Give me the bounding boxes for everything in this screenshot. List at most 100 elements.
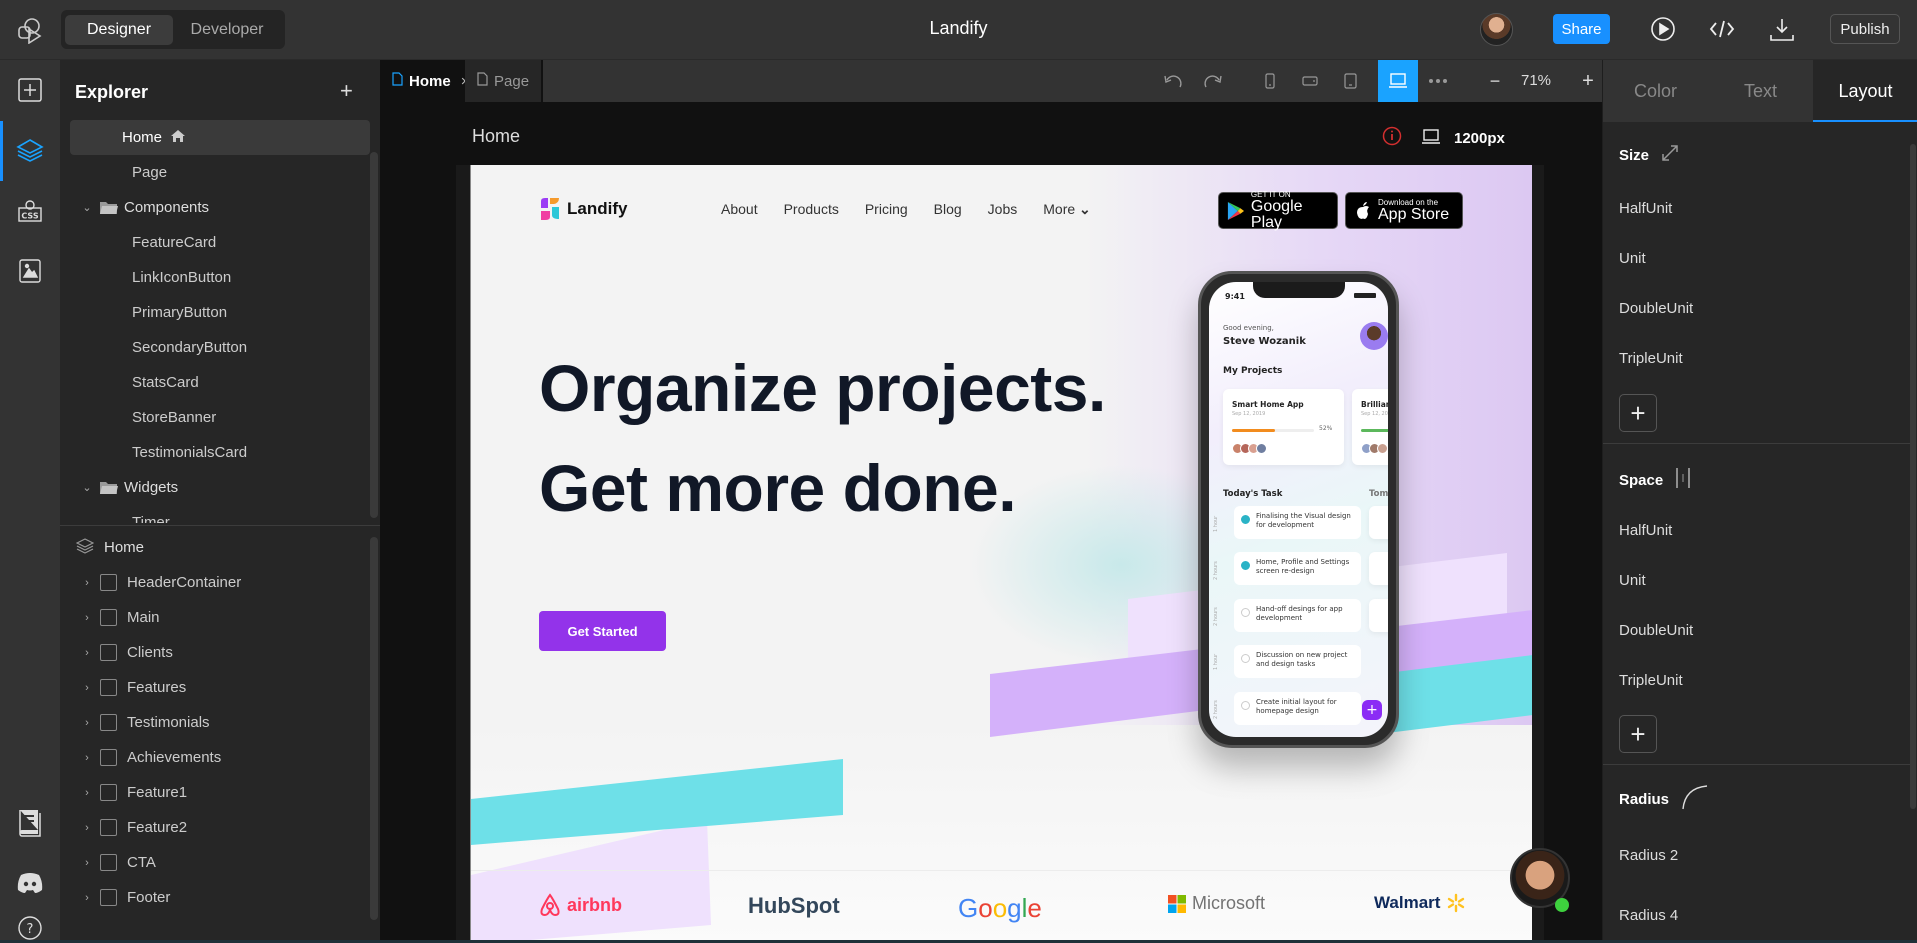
zoom-out-button[interactable]: − xyxy=(1480,66,1510,96)
tab-page[interactable]: Page xyxy=(465,60,541,102)
nav-blog[interactable]: Blog xyxy=(934,201,962,218)
page-canvas[interactable]: Landify About Products Pricing Blog Jobs… xyxy=(470,165,1532,943)
page-label: Home xyxy=(122,129,163,146)
component-item[interactable]: LinkIconButton xyxy=(60,260,380,295)
chevron-right-icon[interactable]: › xyxy=(80,892,94,904)
add-size-button[interactable]: + xyxy=(1619,394,1657,432)
component-item[interactable]: StoreBanner xyxy=(60,400,380,435)
canvas-page-label: Home xyxy=(472,126,521,146)
folder-components[interactable]: ⌄ Components xyxy=(60,190,380,225)
chevron-right-icon[interactable]: › xyxy=(80,752,94,764)
chevron-right-icon[interactable]: › xyxy=(80,857,94,869)
layer-item[interactable]: › Main xyxy=(60,600,380,635)
mobile-landscape-icon[interactable] xyxy=(1295,66,1325,96)
nav-about[interactable]: About xyxy=(721,201,758,218)
properties-scrollbar[interactable] xyxy=(1910,144,1916,809)
space-token[interactable]: DoubleUnit xyxy=(1619,622,1693,639)
google-play-button[interactable]: GET IT ON Google Play xyxy=(1218,190,1338,230)
component-item[interactable]: TestimonialsCard xyxy=(60,435,380,470)
image-icon[interactable] xyxy=(0,241,60,301)
chevron-right-icon[interactable]: › xyxy=(80,612,94,624)
chevron-right-icon[interactable]: › xyxy=(80,787,94,799)
size-token[interactable]: Unit xyxy=(1619,250,1646,267)
app-store-button[interactable]: Download on the App Store xyxy=(1345,192,1463,229)
developer-mode-button[interactable]: Developer xyxy=(173,15,281,45)
css-icon[interactable]: CSS xyxy=(0,181,60,241)
download-icon[interactable] xyxy=(1767,14,1797,44)
layer-item[interactable]: › CTA xyxy=(60,845,380,880)
radius-icon xyxy=(1681,784,1709,814)
zoom-in-button[interactable]: + xyxy=(1573,66,1603,96)
avatar[interactable] xyxy=(1480,13,1513,46)
get-started-button[interactable]: Get Started xyxy=(539,611,666,651)
info-icon[interactable] xyxy=(1382,126,1402,151)
tab-layout[interactable]: Layout xyxy=(1813,60,1917,122)
app-logo-icon[interactable] xyxy=(16,16,44,45)
tablet-device-icon[interactable] xyxy=(1335,66,1365,96)
folder-widgets[interactable]: ⌄ Widgets xyxy=(60,470,380,505)
space-token[interactable]: Unit xyxy=(1619,572,1646,589)
tomorrow-task xyxy=(1369,599,1388,632)
code-icon[interactable] xyxy=(1707,14,1737,44)
nav-jobs[interactable]: Jobs xyxy=(988,201,1018,218)
designer-mode-button[interactable]: Designer xyxy=(65,14,173,45)
layers-scrollbar[interactable] xyxy=(370,537,378,920)
status-time: 9:41 xyxy=(1225,292,1245,301)
component-item[interactable]: FeatureCard xyxy=(60,225,380,260)
chevron-right-icon[interactable]: › xyxy=(80,822,94,834)
space-token[interactable]: HalfUnit xyxy=(1619,522,1672,539)
discord-icon[interactable] xyxy=(0,853,60,913)
client-name: HubSpot xyxy=(748,893,840,918)
explorer-scrollbar[interactable] xyxy=(370,152,378,518)
add-page-button[interactable]: + xyxy=(340,80,353,102)
nav-pricing[interactable]: Pricing xyxy=(865,201,908,218)
site-brand[interactable]: Landify xyxy=(539,197,627,221)
component-item[interactable]: StatsCard xyxy=(60,365,380,400)
laptop-device-icon[interactable] xyxy=(1378,60,1418,102)
nav-more[interactable]: More ⌄ xyxy=(1043,201,1091,218)
help-icon[interactable]: ? xyxy=(0,913,60,943)
publish-button[interactable]: Publish xyxy=(1830,14,1900,44)
chevron-right-icon[interactable]: › xyxy=(80,647,94,659)
share-button[interactable]: Share xyxy=(1553,14,1610,44)
size-token[interactable]: HalfUnit xyxy=(1619,200,1672,217)
size-token[interactable]: DoubleUnit xyxy=(1619,300,1693,317)
component-item[interactable]: SecondaryButton xyxy=(60,330,380,365)
tab-home[interactable]: Home × xyxy=(380,60,469,102)
docs-icon[interactable] xyxy=(0,793,60,853)
layers-icon[interactable] xyxy=(0,121,60,181)
more-icon[interactable] xyxy=(1423,66,1453,96)
layer-item[interactable]: › Footer xyxy=(60,880,380,915)
page-item-page[interactable]: Page xyxy=(60,155,380,190)
layer-root[interactable]: Home xyxy=(60,530,380,565)
box-icon xyxy=(100,609,117,626)
layer-item[interactable]: › Feature1 xyxy=(60,775,380,810)
widget-item[interactable]: Timer xyxy=(60,505,380,523)
chevron-right-icon[interactable]: › xyxy=(80,717,94,729)
chevron-right-icon[interactable]: › xyxy=(80,682,94,694)
play-icon[interactable] xyxy=(1648,14,1678,44)
tab-color[interactable]: Color xyxy=(1603,60,1708,122)
radius-token[interactable]: Radius 2 xyxy=(1619,847,1678,864)
layer-item[interactable]: › Clients xyxy=(60,635,380,670)
page-item-home[interactable]: Home xyxy=(70,120,370,155)
tab-text[interactable]: Text xyxy=(1708,60,1813,122)
undo-icon[interactable] xyxy=(1158,66,1188,96)
mode-switch: Designer Developer xyxy=(61,10,285,49)
chevron-right-icon[interactable]: › xyxy=(80,577,94,589)
nav-products[interactable]: Products xyxy=(784,201,839,218)
component-item[interactable]: PrimaryButton xyxy=(60,295,380,330)
layer-item[interactable]: › Achievements xyxy=(60,740,380,775)
add-space-button[interactable]: + xyxy=(1619,715,1657,753)
radius-token[interactable]: Radius 4 xyxy=(1619,907,1678,924)
add-icon[interactable] xyxy=(0,60,60,120)
layer-item[interactable]: › Features xyxy=(60,670,380,705)
layer-item[interactable]: › Testimonials xyxy=(60,705,380,740)
size-token[interactable]: TripleUnit xyxy=(1619,350,1683,367)
layer-item[interactable]: › HeaderContainer xyxy=(60,565,380,600)
redo-icon[interactable] xyxy=(1198,66,1228,96)
layer-item[interactable]: › Feature2 xyxy=(60,810,380,845)
widget-label: Timer xyxy=(132,514,170,523)
space-token[interactable]: TripleUnit xyxy=(1619,672,1683,689)
mobile-device-icon[interactable] xyxy=(1255,66,1285,96)
